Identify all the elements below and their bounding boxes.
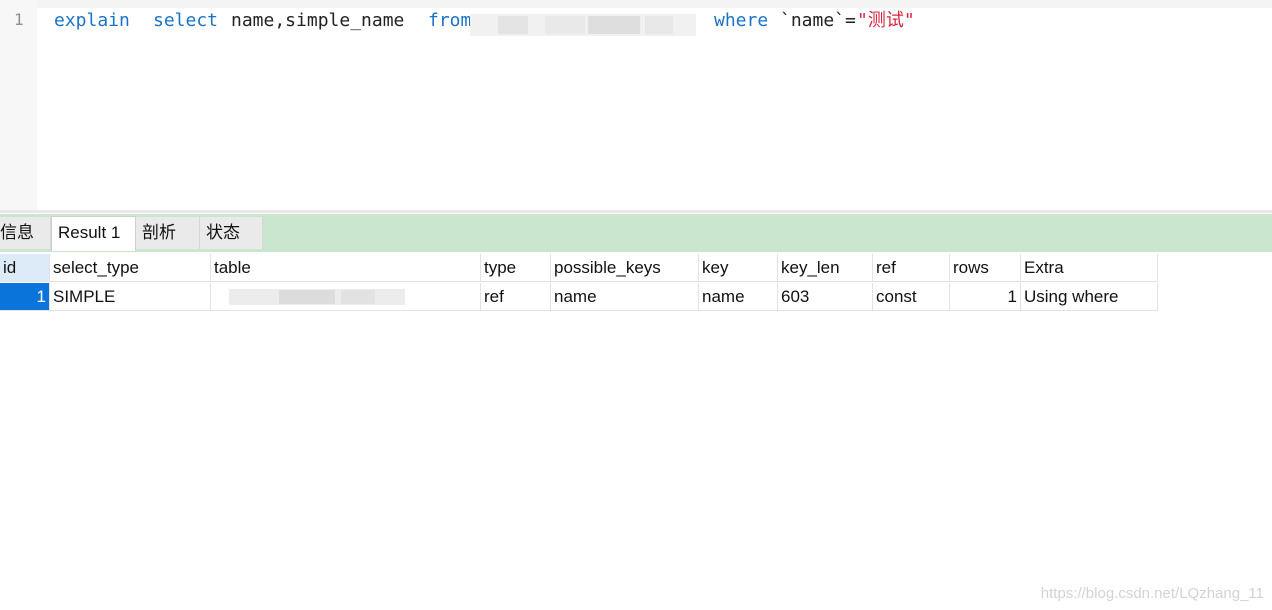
keyword-from: from [428,10,472,31]
column-header-possible-keys[interactable]: possible_keys [551,254,699,282]
column-header-ref[interactable]: ref [873,254,950,282]
editor-splitter[interactable] [0,210,1272,213]
where-condition: `name`= [780,10,856,31]
watermark: https://blog.csdn.net/LQzhang_11 [1040,585,1264,602]
cell-type[interactable]: ref [481,283,551,311]
column-header-id[interactable]: id [0,254,50,282]
column-header-extra[interactable]: Extra [1021,254,1158,282]
keyword-explain: explain [54,10,130,31]
cell-id[interactable]: 1 [0,283,50,311]
line-number: 1 [14,10,24,29]
editor-top-strip [0,0,1272,8]
cell-table[interactable] [211,283,481,311]
cell-select-type[interactable]: SIMPLE [50,283,211,311]
keyword-where: where [714,10,769,31]
column-header-table[interactable]: table [211,254,481,282]
select-columns: name,simple_name [231,10,405,31]
column-header-key[interactable]: key [699,254,778,282]
cell-possible-keys[interactable]: name [551,283,699,311]
sql-editor[interactable]: 1 explain select name,simple_name from w… [0,0,1272,213]
where-value: "测试" [857,10,915,31]
cell-key-len[interactable]: 603 [778,283,873,311]
cell-key[interactable]: name [699,283,778,311]
tab-info[interactable]: 信息 [0,217,51,249]
column-header-select-type[interactable]: select_type [50,254,211,282]
cell-rows[interactable]: 1 [950,283,1021,311]
tab-result-1[interactable]: Result 1 [51,216,136,251]
column-header-type[interactable]: type [481,254,551,282]
cell-extra[interactable]: Using where [1021,283,1158,311]
tab-status[interactable]: 状态 [200,217,263,249]
result-tab-bar: 信息 Result 1 剖析 状态 [0,214,1272,252]
keyword-select: select [153,10,219,31]
column-header-rows[interactable]: rows [950,254,1021,282]
column-header-key-len[interactable]: key_len [778,254,873,282]
tab-profile[interactable]: 剖析 [136,217,200,249]
line-gutter: 1 [0,0,37,212]
cell-ref[interactable]: const [873,283,950,311]
